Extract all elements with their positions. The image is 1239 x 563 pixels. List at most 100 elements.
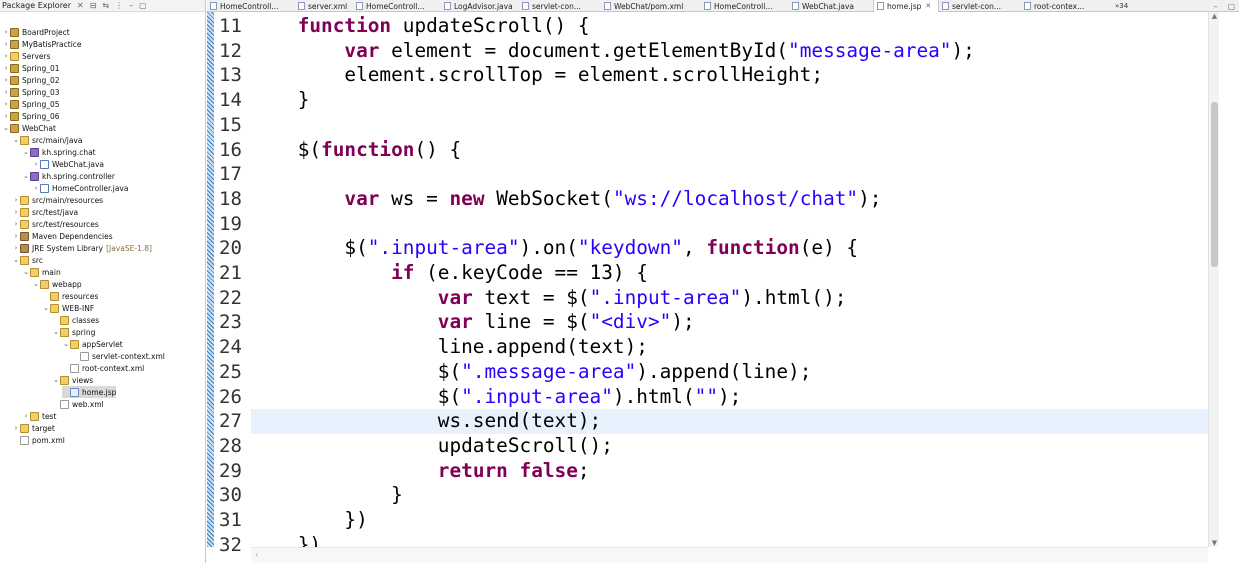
expanded-chevron-icon[interactable]: ⌄ bbox=[62, 340, 70, 348]
editor-tab[interactable]: HomeControll... bbox=[353, 0, 441, 12]
collapsed-chevron-icon[interactable]: › bbox=[12, 232, 20, 240]
tree-item[interactable]: ⌄ main bbox=[22, 266, 61, 278]
collapsed-chevron-icon[interactable]: › bbox=[2, 28, 10, 36]
collapsed-chevron-icon[interactable]: › bbox=[2, 52, 10, 60]
tree-item[interactable]: resources bbox=[42, 290, 98, 302]
tree-item[interactable]: root-context.xml bbox=[62, 362, 144, 374]
expanded-chevron-icon[interactable]: ⌄ bbox=[22, 172, 30, 180]
code-line[interactable]: if (e.keyCode == 13) { bbox=[251, 261, 1208, 286]
tree-item[interactable]: › HomeController.java bbox=[32, 182, 128, 194]
tree-item[interactable]: › src/test/java bbox=[12, 206, 78, 218]
tree-item[interactable]: ⌄ webapp bbox=[32, 278, 82, 290]
code-line[interactable]: $(".message-area").append(line); bbox=[251, 360, 1208, 385]
expanded-chevron-icon[interactable]: ⌄ bbox=[12, 136, 20, 144]
code-line[interactable]: }) bbox=[251, 533, 1208, 547]
tree-item[interactable]: servlet-context.xml bbox=[72, 350, 165, 362]
tree-item[interactable]: › src/test/resources bbox=[12, 218, 99, 230]
expanded-chevron-icon[interactable]: ⌄ bbox=[12, 256, 20, 264]
minimize-icon[interactable]: – bbox=[1213, 2, 1217, 11]
link-editor-icon[interactable]: ⇆ bbox=[102, 1, 109, 10]
expanded-chevron-icon[interactable]: ⌄ bbox=[22, 148, 30, 156]
tree-item[interactable]: › test bbox=[22, 410, 56, 422]
code-line[interactable]: return false; bbox=[251, 459, 1208, 484]
code-line[interactable] bbox=[251, 162, 1208, 187]
maximize-icon[interactable]: ▢ bbox=[1227, 2, 1235, 11]
view-menu-icon[interactable]: ⋮ bbox=[115, 1, 123, 10]
code-line[interactable]: var text = $(".input-area").html(); bbox=[251, 286, 1208, 311]
collapsed-chevron-icon[interactable]: › bbox=[2, 76, 10, 84]
code-editor[interactable]: 11 12 13 14 15 16 17 18 19 20 21 22 23 24 25 26 27 28 29 30… bbox=[207, 12, 1239, 563]
editor-tab[interactable]: servlet-con... bbox=[939, 0, 1021, 12]
code-area[interactable]: function updateScroll() { var element = … bbox=[251, 12, 1208, 547]
tree-item[interactable]: › Spring_03 bbox=[2, 86, 60, 98]
code-line[interactable]: }) bbox=[251, 508, 1208, 533]
collapsed-chevron-icon[interactable]: › bbox=[12, 424, 20, 432]
code-line[interactable]: element.scrollTop = element.scrollHeight… bbox=[251, 63, 1208, 88]
code-line[interactable]: var line = $("<div>"); bbox=[251, 310, 1208, 335]
tree-item[interactable]: classes bbox=[52, 314, 99, 326]
editor-tab[interactable]: HomeControll... bbox=[701, 0, 789, 12]
collapsed-chevron-icon[interactable]: › bbox=[2, 88, 10, 96]
horizontal-scrollbar[interactable]: ‹ bbox=[251, 547, 1208, 563]
expanded-chevron-icon[interactable]: ⌄ bbox=[2, 124, 10, 132]
tree-item[interactable]: ⌄ WebChat bbox=[2, 122, 56, 134]
close-icon[interactable]: ✕ bbox=[77, 1, 84, 10]
code-line[interactable]: line.append(text); bbox=[251, 335, 1208, 360]
tree-item[interactable]: pom.xml bbox=[12, 434, 65, 446]
tree-item[interactable]: › JRE System Library [JavaSE-1.8] bbox=[12, 242, 152, 254]
expanded-chevron-icon[interactable]: ⌄ bbox=[42, 304, 50, 312]
code-line[interactable] bbox=[251, 212, 1208, 237]
tree-item[interactable]: › Spring_06 bbox=[2, 110, 60, 122]
tree-item[interactable]: › Servers bbox=[2, 50, 51, 62]
collapsed-chevron-icon[interactable]: › bbox=[12, 208, 20, 216]
editor-tab[interactable]: LogAdvisor.java bbox=[441, 0, 519, 12]
tree-item[interactable]: ⌄ src/main/java bbox=[12, 134, 82, 146]
tree-item[interactable]: › Maven Dependencies bbox=[12, 230, 113, 242]
code-line[interactable]: } bbox=[251, 483, 1208, 508]
vertical-scroll-thumb[interactable] bbox=[1211, 102, 1218, 267]
tree-item[interactable]: web.xml bbox=[52, 398, 104, 410]
code-line[interactable]: updateScroll(); bbox=[251, 434, 1208, 459]
tree-item[interactable]: ⌄ src bbox=[12, 254, 43, 266]
code-line[interactable]: function updateScroll() { bbox=[251, 14, 1208, 39]
collapsed-chevron-icon[interactable]: › bbox=[22, 412, 30, 420]
code-line[interactable]: $(function() { bbox=[251, 138, 1208, 163]
tree-item[interactable]: ⌄ WEB-INF bbox=[42, 302, 94, 314]
expanded-chevron-icon[interactable]: ⌄ bbox=[22, 268, 30, 276]
editor-tab[interactable]: WebChat.java bbox=[789, 0, 873, 12]
code-line[interactable]: ws.send(text); bbox=[251, 409, 1208, 434]
maximize-icon[interactable]: ▢ bbox=[139, 1, 147, 10]
editor-tab[interactable]: server.xml bbox=[295, 0, 353, 12]
vertical-scrollbar[interactable]: ▲ ▼ bbox=[1208, 12, 1219, 547]
tree-item[interactable]: › Spring_05 bbox=[2, 98, 60, 110]
tree-item[interactable]: home.jsp bbox=[62, 386, 117, 398]
collapsed-chevron-icon[interactable]: › bbox=[32, 160, 40, 168]
editor-tab[interactable]: root-contex... bbox=[1021, 0, 1111, 12]
code-line[interactable]: var ws = new WebSocket("ws://localhost/c… bbox=[251, 187, 1208, 212]
expanded-chevron-icon[interactable]: ⌄ bbox=[52, 328, 60, 336]
close-tab-icon[interactable]: ✕ bbox=[925, 2, 931, 10]
collapsed-chevron-icon[interactable]: › bbox=[2, 100, 10, 108]
collapse-all-icon[interactable]: ⊟ bbox=[90, 1, 97, 10]
expanded-chevron-icon[interactable]: ⌄ bbox=[32, 280, 40, 288]
tree-item[interactable]: ⌄ kh.spring.chat bbox=[22, 146, 96, 158]
expanded-chevron-icon[interactable]: ⌄ bbox=[52, 376, 60, 384]
tree-item[interactable]: › Spring_02 bbox=[2, 74, 60, 86]
collapsed-chevron-icon[interactable]: › bbox=[2, 40, 10, 48]
tree-item[interactable]: ⌄ spring bbox=[52, 326, 95, 338]
editor-tab[interactable]: HomeControll... bbox=[207, 0, 295, 12]
scroll-up-icon[interactable]: ▲ bbox=[1209, 12, 1220, 20]
editor-tab[interactable]: home.jsp ✕ bbox=[873, 0, 939, 12]
collapsed-chevron-icon[interactable]: › bbox=[12, 220, 20, 228]
code-line[interactable]: var element = document.getElementById("m… bbox=[251, 39, 1208, 64]
collapsed-chevron-icon[interactable]: › bbox=[12, 196, 20, 204]
code-line[interactable]: $(".input-area").on("keydown", function(… bbox=[251, 236, 1208, 261]
collapsed-chevron-icon[interactable]: › bbox=[2, 112, 10, 120]
tab-overflow-indicator[interactable]: »34 bbox=[1111, 0, 1128, 11]
code-line[interactable] bbox=[251, 113, 1208, 138]
collapsed-chevron-icon[interactable]: › bbox=[2, 64, 10, 72]
tree-item[interactable]: › MyBatisPractice bbox=[2, 38, 82, 50]
editor-tab[interactable]: servlet-con... bbox=[519, 0, 601, 12]
scroll-down-icon[interactable]: ▼ bbox=[1209, 539, 1220, 547]
collapsed-chevron-icon[interactable]: › bbox=[32, 184, 40, 192]
